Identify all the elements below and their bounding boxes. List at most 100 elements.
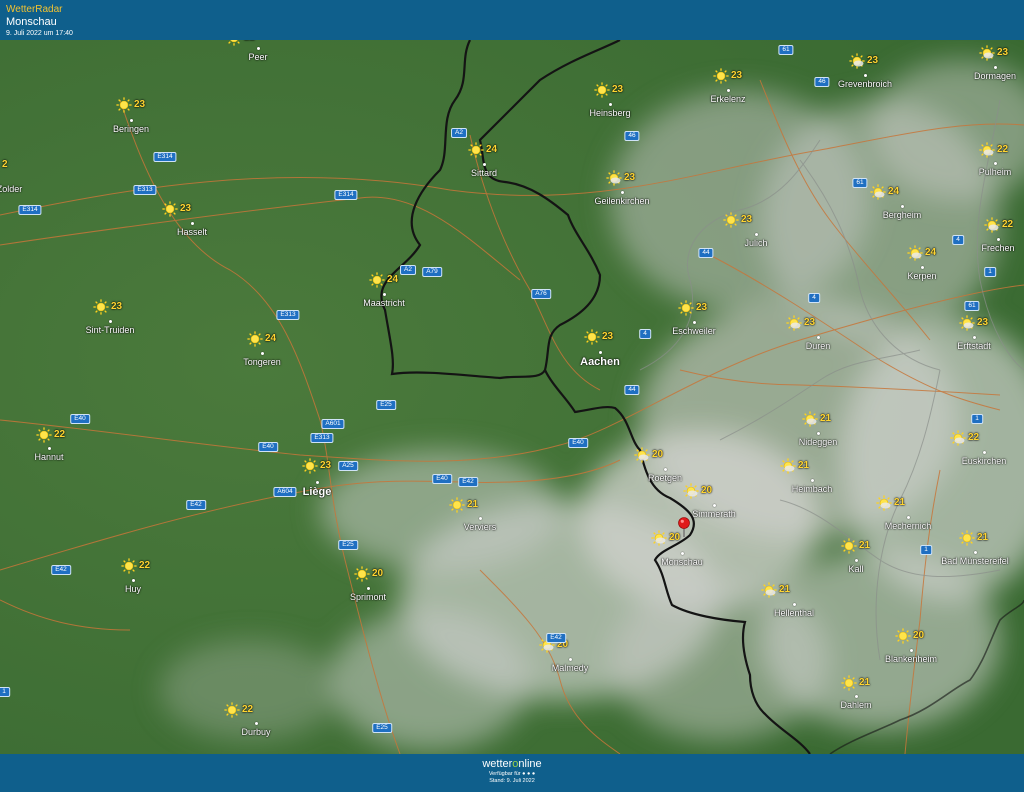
place-marker-dot[interactable] <box>382 293 386 296</box>
sun-icon <box>594 82 610 98</box>
place-marker-dot[interactable] <box>993 66 997 69</box>
place-name[interactable]: Liège <box>303 486 332 498</box>
temperature-label: 23 <box>624 172 636 183</box>
place-name[interactable]: Julich <box>744 238 767 248</box>
place-name[interactable]: Eschweiler <box>672 326 716 336</box>
place-marker-dot[interactable] <box>972 336 976 339</box>
place-name[interactable]: Geilenkirchen <box>594 196 649 206</box>
place-name[interactable]: Hannut <box>34 452 63 462</box>
place-marker-dot[interactable] <box>598 351 602 354</box>
place-name[interactable]: Simmerath <box>692 509 736 519</box>
place-marker-dot[interactable] <box>478 517 482 520</box>
place-name[interactable]: Bad Münstereifel <box>941 556 1009 566</box>
place-name[interactable]: Bergheim <box>883 210 922 220</box>
place-name[interactable]: Frechen <box>981 243 1014 253</box>
road-sign: E314 <box>18 205 42 215</box>
location-pin-icon[interactable] <box>678 517 690 537</box>
temperature-label: 21 <box>779 584 791 595</box>
place-name[interactable]: Pulheim <box>979 167 1012 177</box>
place-name[interactable]: Erkelenz <box>710 94 745 104</box>
place-name[interactable]: Euskirchen <box>962 456 1007 466</box>
place-name[interactable]: Tongeren <box>243 357 281 367</box>
weather-map[interactable]: Peer 22 Beringen 23 Heusden-Zolder 2 Hasselt 23… <box>0 40 1024 754</box>
place-name[interactable]: Durbuy <box>241 727 270 737</box>
place-marker-dot[interactable] <box>47 447 51 450</box>
place-marker-dot[interactable] <box>190 222 194 225</box>
place-name[interactable]: Heimbach <box>792 484 833 494</box>
place-name[interactable]: Heinsberg <box>589 108 630 118</box>
place-name[interactable]: Grevenbroich <box>838 79 892 89</box>
cloud-sun-icon <box>870 184 886 200</box>
place-name[interactable]: Sprimont <box>350 592 386 602</box>
place-marker-dot[interactable] <box>482 163 486 166</box>
place-marker-dot[interactable] <box>568 658 572 661</box>
place-name[interactable]: Roetgen <box>648 473 682 483</box>
place-marker-dot[interactable] <box>315 481 319 484</box>
temperature-label: 21 <box>798 460 810 471</box>
place-name[interactable]: Peer <box>248 52 267 62</box>
place-marker-dot[interactable] <box>620 191 624 194</box>
place-marker-dot[interactable] <box>792 603 796 606</box>
place-name[interactable]: Kall <box>848 564 863 574</box>
place-name[interactable]: Maastricht <box>363 298 405 308</box>
sun-icon <box>302 458 318 474</box>
place-marker-dot[interactable] <box>692 321 696 324</box>
road-sign: A79 <box>422 267 442 277</box>
place-marker-dot[interactable] <box>726 89 730 92</box>
place-name[interactable]: Dormagen <box>974 71 1016 81</box>
place-name[interactable]: Aachen <box>580 356 620 368</box>
place-marker-dot[interactable] <box>973 551 977 554</box>
road-sign: E25 <box>372 723 392 733</box>
place-marker-dot[interactable] <box>129 119 133 122</box>
temperature-label: 23 <box>997 47 1009 58</box>
place-name[interactable]: Sint-Truiden <box>86 325 135 335</box>
place-name[interactable]: Blankenheim <box>885 654 937 664</box>
place-name[interactable]: Monschau <box>661 557 703 567</box>
place-marker-dot[interactable] <box>366 587 370 590</box>
place-name[interactable]: Huy <box>125 584 141 594</box>
place-name[interactable]: Duren <box>806 341 831 351</box>
place-name[interactable]: Beringen <box>113 124 149 134</box>
place-name[interactable]: Kerpen <box>907 271 936 281</box>
place-marker-dot[interactable] <box>256 47 260 50</box>
brand-logo[interactable]: wetteronline <box>0 758 1024 771</box>
place-name[interactable]: Malmedy <box>552 663 589 673</box>
place-marker-dot[interactable] <box>816 336 820 339</box>
cloud-sun-icon <box>761 582 777 598</box>
place-name[interactable]: Dahlem <box>840 700 871 710</box>
sun-icon <box>354 566 370 582</box>
place-name[interactable]: Verviers <box>464 522 497 532</box>
place-marker-dot[interactable] <box>996 238 1000 241</box>
place-name[interactable]: Hasselt <box>177 227 207 237</box>
place-marker-dot[interactable] <box>680 552 684 555</box>
place-marker-dot[interactable] <box>712 504 716 507</box>
place-name[interactable]: Heusden-Zolder <box>0 184 22 194</box>
place-marker-dot[interactable] <box>920 266 924 269</box>
cloud-sun-icon <box>959 315 975 331</box>
place-name[interactable]: Hellenthal <box>774 608 814 618</box>
place-marker-dot[interactable] <box>131 579 135 582</box>
place-marker-dot[interactable] <box>863 74 867 77</box>
place-marker-dot[interactable] <box>906 516 910 519</box>
place-marker-dot[interactable] <box>663 468 667 471</box>
place-marker-dot[interactable] <box>260 352 264 355</box>
place-marker-dot[interactable] <box>754 233 758 236</box>
place-marker-dot[interactable] <box>900 205 904 208</box>
place-marker-dot[interactable] <box>909 649 913 652</box>
place-marker-dot[interactable] <box>108 320 112 323</box>
place-name[interactable]: Mechernich <box>885 521 932 531</box>
cloud-sun-icon <box>907 245 923 261</box>
place-marker-dot[interactable] <box>993 162 997 165</box>
place-name[interactable]: Erftstadt <box>957 341 991 351</box>
road-sign: A2 <box>400 265 416 275</box>
location-name: Monschau <box>6 16 57 28</box>
place-marker-dot[interactable] <box>854 559 858 562</box>
place-marker-dot[interactable] <box>810 479 814 482</box>
place-marker-dot[interactable] <box>608 103 612 106</box>
place-marker-dot[interactable] <box>254 722 258 725</box>
place-name[interactable]: Nideggen <box>799 437 838 447</box>
place-marker-dot[interactable] <box>816 432 820 435</box>
place-name[interactable]: Sittard <box>471 168 497 178</box>
place-marker-dot[interactable] <box>854 695 858 698</box>
place-marker-dot[interactable] <box>982 451 986 454</box>
